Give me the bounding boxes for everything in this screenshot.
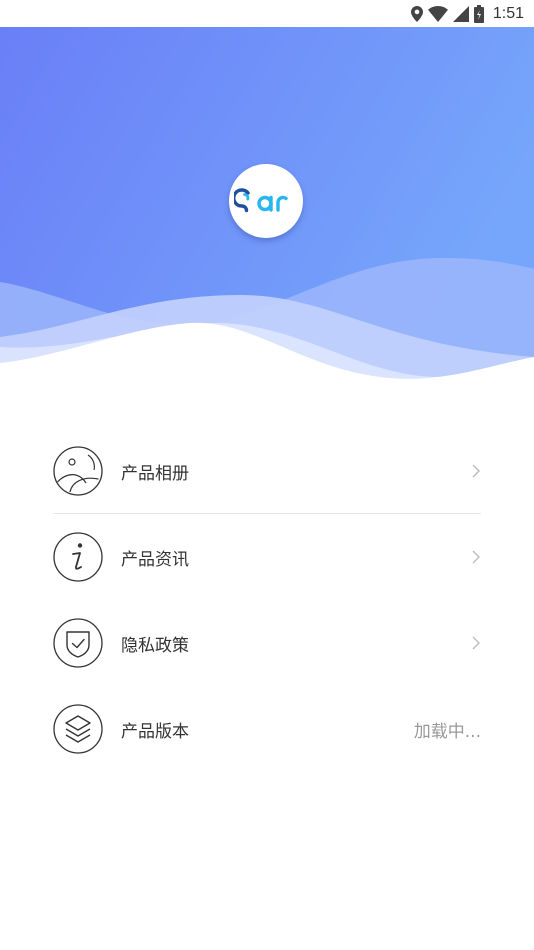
menu-label-privacy-policy: 隐私政策 <box>121 635 189 656</box>
menu-item-privacy-policy[interactable]: 隐私政策 <box>53 600 481 686</box>
menu-label-product-news: 产品资讯 <box>121 549 189 570</box>
version-value: 加载中... <box>413 721 481 742</box>
layers-icon <box>53 704 103 754</box>
app-logo <box>229 164 303 238</box>
location-icon <box>410 5 423 22</box>
menu-item-product-album[interactable]: 产品相册 <box>53 428 481 514</box>
menu-item-product-news[interactable]: 产品资讯 <box>53 514 481 600</box>
settings-menu: 产品相册 产品资讯 隐私政策 产品版本 加载中... <box>53 428 481 772</box>
menu-label-product-version: 产品版本 <box>121 721 189 742</box>
chevron-right-icon <box>472 464 480 478</box>
chevron-right-icon <box>472 636 480 650</box>
wifi-icon <box>427 5 448 22</box>
info-icon <box>53 532 103 582</box>
status-time: 1:51 <box>492 4 524 22</box>
photo-album-icon <box>53 446 103 496</box>
shield-icon <box>53 618 103 668</box>
battery-icon <box>473 4 484 23</box>
menu-item-product-version[interactable]: 产品版本 加载中... <box>53 686 481 772</box>
chevron-right-icon <box>472 550 480 564</box>
ear-logo-icon <box>234 188 288 213</box>
cellular-signal-icon <box>452 5 469 22</box>
status-bar: 1:51 <box>0 0 534 27</box>
menu-label-product-album: 产品相册 <box>121 463 189 484</box>
